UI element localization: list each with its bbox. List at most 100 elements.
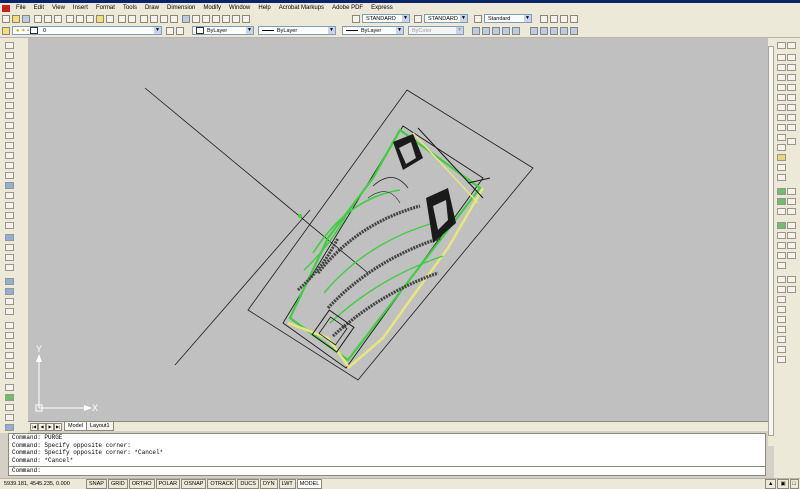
ellipse-icon[interactable]	[5, 132, 14, 139]
text-style-dropdown[interactable]: STANDARD ▼	[362, 14, 410, 23]
osnap-tangent-icon[interactable]	[787, 104, 796, 111]
block-editor-icon[interactable]	[106, 15, 114, 23]
viewport-single-icon[interactable]	[540, 15, 548, 23]
sheet-set-icon[interactable]	[212, 15, 220, 23]
array-icon[interactable]	[777, 94, 786, 101]
rectangle-icon[interactable]	[5, 82, 14, 89]
multiline-text-icon[interactable]	[5, 222, 14, 229]
layer-previous-icon[interactable]	[176, 27, 184, 35]
menu-adobe-pdf[interactable]: Adobe PDF	[328, 3, 367, 13]
leader-icon[interactable]	[777, 262, 786, 269]
zoom-scale-icon[interactable]	[777, 306, 786, 313]
text-style-icon[interactable]	[352, 15, 360, 23]
hatch-icon[interactable]	[5, 182, 14, 189]
table-icon[interactable]	[5, 212, 14, 219]
scale-icon[interactable]	[5, 394, 14, 401]
zoom-previous-icon[interactable]	[170, 15, 178, 23]
prev-tab-icon[interactable]: ◀	[38, 423, 46, 431]
polyline-icon[interactable]	[5, 62, 14, 69]
save-icon[interactable]	[22, 15, 30, 23]
dim-style-icon[interactable]	[414, 15, 422, 23]
rotate-icon[interactable]	[5, 384, 14, 391]
extend-icon[interactable]	[5, 424, 14, 431]
find-icon[interactable]	[5, 264, 14, 271]
ucs-origin-icon[interactable]	[787, 208, 796, 215]
mirror-icon[interactable]	[5, 342, 14, 349]
tab-layout1[interactable]: Layout1	[86, 422, 114, 431]
layer-state-icon[interactable]	[5, 288, 14, 295]
copy-object-icon[interactable]	[777, 64, 786, 71]
offset-icon[interactable]	[777, 84, 786, 91]
ucs-world-icon[interactable]	[787, 198, 796, 205]
table-style-icon[interactable]	[474, 15, 482, 23]
view-top-icon[interactable]	[512, 27, 520, 35]
menu-tools[interactable]: Tools	[119, 3, 141, 13]
publish-icon[interactable]	[54, 15, 62, 23]
radius-dimension-icon[interactable]	[777, 242, 786, 249]
revision-cloud-icon[interactable]	[5, 112, 14, 119]
menu-acrobat-markups[interactable]: Acrobat Markups	[275, 3, 328, 13]
osnap-intersection-icon[interactable]	[787, 74, 796, 81]
coordinate-readout[interactable]: 5939.181, 4545.235, 0.000	[0, 481, 86, 487]
angular-dimension-icon[interactable]	[777, 252, 786, 259]
aligned-dimension-icon[interactable]	[777, 232, 786, 239]
stretch-icon[interactable]	[777, 134, 786, 141]
menu-express[interactable]: Express	[367, 3, 397, 13]
cut-icon[interactable]	[66, 15, 74, 23]
make-block-icon[interactable]	[5, 162, 14, 169]
osnap-midpoint-icon[interactable]	[787, 64, 796, 71]
polygon-icon[interactable]	[5, 72, 14, 79]
view-right-icon[interactable]	[560, 27, 568, 35]
construction-line-icon[interactable]	[5, 52, 14, 59]
first-tab-icon[interactable]: |◀	[30, 423, 38, 431]
fillet-icon[interactable]	[777, 198, 786, 205]
orbit-icon[interactable]	[492, 27, 500, 35]
menu-draw[interactable]: Draw	[141, 3, 163, 13]
trim-icon[interactable]	[5, 414, 14, 421]
vertical-scrollbar-thumb[interactable]	[768, 46, 774, 436]
inquiry-id-point-icon[interactable]	[787, 252, 796, 259]
autocad-app-icon[interactable]	[2, 4, 10, 12]
gradient-icon[interactable]	[5, 192, 14, 199]
osnap-settings-icon[interactable]	[787, 138, 796, 145]
zoom-in-icon[interactable]	[777, 326, 786, 333]
menu-window[interactable]: Window	[225, 3, 254, 13]
inquiry-list-icon[interactable]	[787, 242, 796, 249]
dimension-icon[interactable]	[5, 234, 14, 241]
spline-icon[interactable]	[5, 122, 14, 129]
erase-icon[interactable]	[5, 322, 14, 329]
zoom-window-icon[interactable]	[160, 15, 168, 23]
viewport-clip-icon[interactable]	[560, 15, 568, 23]
plot-style-dropdown[interactable]: ByColor ▼	[408, 26, 464, 35]
mirror-icon[interactable]	[777, 74, 786, 81]
undo-icon[interactable]	[118, 15, 126, 23]
menu-file[interactable]: File	[12, 3, 30, 13]
tab-model[interactable]: Model	[64, 422, 87, 431]
zoom-dynamic-icon[interactable]	[777, 296, 786, 303]
text-icon[interactable]	[5, 244, 14, 251]
linetype-dropdown[interactable]: ByLayer ▼	[258, 26, 336, 35]
inquiry-area-icon[interactable]	[787, 232, 796, 239]
extend-icon[interactable]	[777, 154, 786, 161]
zoom-extents-icon[interactable]	[777, 356, 786, 363]
view-front-icon[interactable]	[530, 27, 538, 35]
menu-help[interactable]: Help	[254, 3, 274, 13]
point-icon[interactable]	[5, 172, 14, 179]
offset-icon[interactable]	[5, 352, 14, 359]
osnap-perpendicular-icon[interactable]	[787, 114, 796, 121]
zoom-realtime-icon[interactable]	[150, 15, 158, 23]
linear-dimension-icon[interactable]	[777, 222, 786, 229]
layer-isolate-icon[interactable]	[5, 308, 14, 315]
pan-realtime-icon[interactable]	[787, 276, 796, 283]
zoom-previous-icon[interactable]	[787, 286, 796, 293]
render-icon[interactable]	[472, 27, 480, 35]
dim-style-dropdown[interactable]: STANDARD ▼	[424, 14, 468, 23]
join-icon[interactable]	[777, 174, 786, 181]
viewport-new-icon[interactable]	[550, 15, 558, 23]
copy-icon[interactable]	[76, 15, 84, 23]
zoom-realtime-icon[interactable]	[777, 276, 786, 283]
help-icon[interactable]	[242, 15, 250, 23]
close-icon[interactable]	[787, 42, 796, 49]
zoom-center-icon[interactable]	[777, 316, 786, 323]
calculator-icon[interactable]	[232, 15, 240, 23]
